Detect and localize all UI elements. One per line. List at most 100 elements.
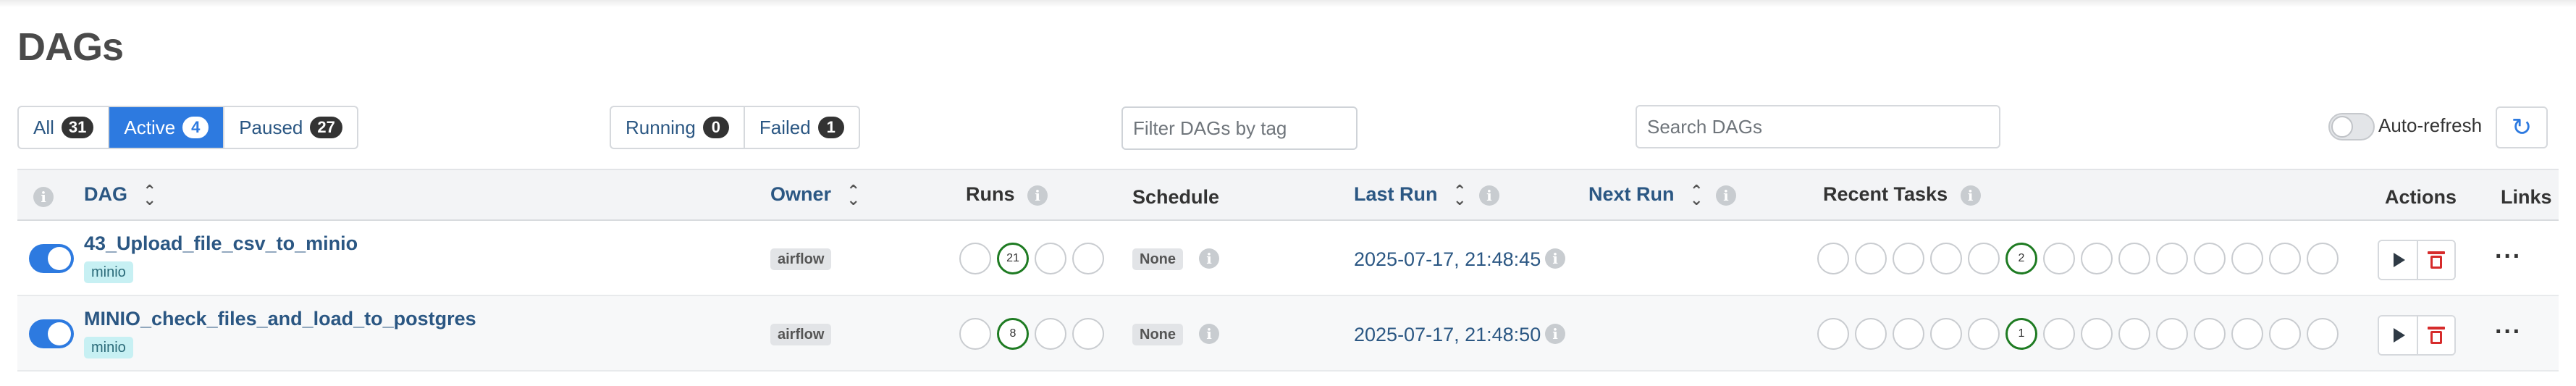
task-state-circle[interactable]	[2043, 243, 2075, 274]
task-state-circle-success[interactable]: 2	[2005, 243, 2037, 274]
auto-refresh-toggle[interactable]	[2328, 113, 2375, 140]
task-state-circle[interactable]	[2269, 243, 2301, 274]
tab-failed-label: Failed	[759, 116, 811, 138]
more-icon: ···	[2495, 318, 2522, 345]
schedule-info[interactable]: i	[1192, 248, 1219, 269]
table-row-partial	[17, 372, 2559, 386]
run-state-circle[interactable]	[959, 318, 991, 350]
header-next-run[interactable]: Next Run ⌃ ⌄ i	[1588, 182, 1736, 207]
dag-tag[interactable]: minio	[84, 337, 133, 358]
tab-failed[interactable]: Failed 1	[745, 107, 859, 148]
trigger-dag-button[interactable]	[2379, 241, 2417, 279]
run-state-circle-success[interactable]: 21	[997, 243, 1029, 274]
auto-refresh-label: Auto-refresh	[2378, 114, 2483, 136]
task-state-circle[interactable]	[1817, 243, 1849, 274]
info-icon[interactable]: i	[1715, 185, 1736, 206]
task-state-circle[interactable]	[2156, 318, 2188, 350]
tab-active[interactable]: Active 4	[109, 107, 225, 148]
task-state-circle[interactable]	[1893, 243, 1924, 274]
task-state-circle-success[interactable]: 1	[2005, 318, 2037, 350]
tab-paused[interactable]: Paused 27	[224, 107, 357, 148]
search-input[interactable]	[1636, 105, 2000, 148]
task-state-circle[interactable]	[2231, 318, 2263, 350]
task-state-circle[interactable]	[2081, 243, 2113, 274]
header-recent-tasks: Recent Tasks i	[1823, 183, 1981, 206]
sort-icon[interactable]: ⌃ ⌄	[143, 182, 156, 207]
last-run-link[interactable]: 2025-07-17, 21:48:45	[1354, 248, 1541, 271]
last-run-link[interactable]: 2025-07-17, 21:48:50	[1354, 324, 1541, 346]
tab-all[interactable]: All 31	[19, 107, 110, 148]
dag-pause-toggle[interactable]	[29, 244, 74, 273]
info-icon[interactable]: i	[1478, 185, 1499, 206]
dag-pause-toggle[interactable]	[29, 319, 74, 348]
trigger-dag-button[interactable]	[2379, 316, 2417, 354]
tab-paused-label: Paused	[239, 116, 303, 138]
sort-icon[interactable]: ⌃ ⌄	[1690, 182, 1703, 207]
dag-link[interactable]: 43_Upload_file_csv_to_minio	[84, 232, 358, 255]
info-icon[interactable]: i	[1199, 248, 1219, 269]
info-icon[interactable]: i	[1545, 248, 1565, 269]
schedule-info[interactable]: i	[1192, 324, 1219, 344]
play-icon	[2394, 328, 2405, 343]
task-state-circle[interactable]	[2231, 243, 2263, 274]
task-state-circle[interactable]	[2307, 243, 2339, 274]
task-state-circle[interactable]	[1930, 243, 1962, 274]
tab-active-label: Active	[124, 116, 176, 138]
task-state-circle[interactable]	[1893, 318, 1924, 350]
task-state-circle[interactable]	[1855, 318, 1887, 350]
info-icon[interactable]: i	[1545, 324, 1565, 344]
task-state-circle[interactable]	[2269, 318, 2301, 350]
sort-icon[interactable]: ⌃ ⌄	[1453, 182, 1466, 207]
run-state-circle[interactable]	[1035, 243, 1066, 274]
task-state-circle[interactable]	[1855, 243, 1887, 274]
info-icon[interactable]: i	[1960, 185, 1981, 206]
task-state-circle[interactable]	[2118, 318, 2150, 350]
task-state-circle[interactable]	[2118, 243, 2150, 274]
delete-dag-button[interactable]	[2417, 316, 2454, 354]
task-state-circle[interactable]	[1968, 243, 2000, 274]
task-state-circle[interactable]	[2307, 318, 2339, 350]
run-state-circle[interactable]	[959, 243, 991, 274]
last-run-info[interactable]: i	[1538, 324, 1565, 344]
refresh-button[interactable]: ↻	[2496, 106, 2548, 148]
tab-running-count: 0	[702, 117, 729, 138]
task-state-circle[interactable]	[1930, 318, 1962, 350]
more-links-button[interactable]: ···	[2495, 243, 2522, 271]
header-next-run-label: Next Run	[1588, 183, 1675, 205]
header-last-run[interactable]: Last Run ⌃ ⌄ i	[1354, 182, 1499, 207]
dag-tag[interactable]: minio	[84, 261, 133, 283]
tab-running[interactable]: Running 0	[611, 107, 745, 148]
tag-filter-input[interactable]	[1121, 106, 1358, 150]
task-state-circle[interactable]	[2194, 318, 2226, 350]
run-state-filter-group: Running 0 Failed 1	[610, 106, 860, 149]
header-actions: Actions	[2385, 186, 2457, 208]
header-owner[interactable]: Owner ⌃ ⌄	[770, 182, 860, 207]
owner-badge[interactable]: airflow	[770, 248, 832, 270]
task-state-circle[interactable]	[2081, 318, 2113, 350]
last-run-info[interactable]: i	[1538, 248, 1565, 269]
info-icon[interactable]: i	[1027, 185, 1048, 206]
dag-link[interactable]: MINIO_check_files_and_load_to_postgres	[84, 308, 476, 330]
header-schedule: Schedule	[1132, 186, 1220, 208]
header-info-icon: i	[33, 185, 54, 207]
toggle-knob	[48, 322, 71, 345]
more-links-button[interactable]: ···	[2495, 318, 2522, 346]
run-state-circle[interactable]	[1035, 318, 1066, 350]
task-state-circle[interactable]	[1817, 318, 1849, 350]
info-icon[interactable]: i	[1199, 324, 1219, 344]
task-state-circle[interactable]	[2043, 318, 2075, 350]
sort-icon[interactable]: ⌃ ⌄	[847, 182, 860, 207]
delete-dag-button[interactable]	[2417, 241, 2454, 279]
header-runs: Runs i	[966, 183, 1048, 206]
header-runs-label: Runs	[966, 183, 1015, 205]
task-state-circle[interactable]	[2156, 243, 2188, 274]
header-owner-label: Owner	[770, 183, 832, 205]
dags-table: i DAG ⌃ ⌄ Owner ⌃ ⌄ Runs i Schedule Last R…	[17, 169, 2559, 386]
task-state-circle[interactable]	[2194, 243, 2226, 274]
run-state-circle[interactable]	[1072, 318, 1104, 350]
run-state-circle[interactable]	[1072, 243, 1104, 274]
run-state-circle-success[interactable]: 8	[997, 318, 1029, 350]
task-state-circle[interactable]	[1968, 318, 2000, 350]
header-dag[interactable]: DAG ⌃ ⌄	[84, 182, 156, 207]
owner-badge[interactable]: airflow	[770, 324, 832, 345]
